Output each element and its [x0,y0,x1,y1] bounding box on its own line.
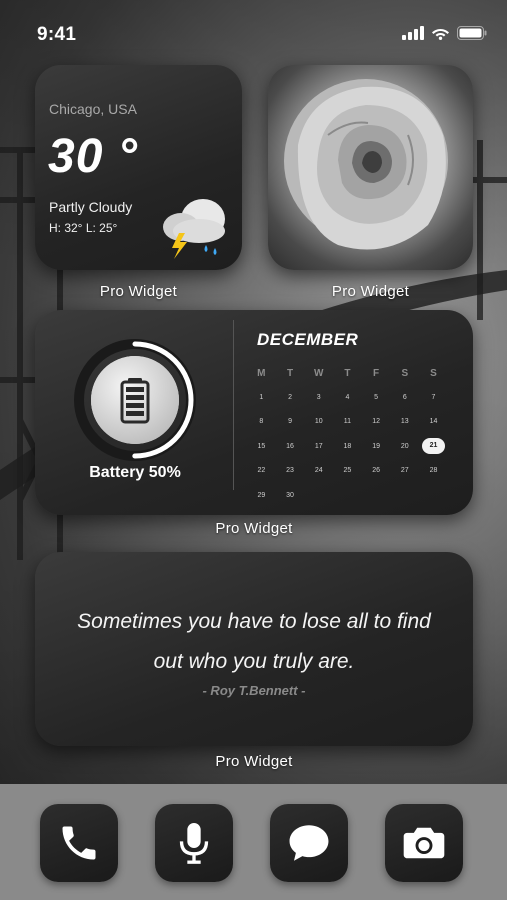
calendar-day: 7 [431,394,436,402]
message-app-button[interactable] [270,804,348,882]
microphone-icon [179,823,209,864]
calendar-weekday: T [344,367,351,379]
calendar-day: 10 [314,418,323,426]
rose-photo [284,79,448,250]
calendar-week-row: 15 16 17 18 19 20 21 [247,434,462,458]
photo-widget-caption: Pro Widget [331,283,410,300]
battery-label: Battery 50% [89,464,181,481]
weather-temperature: 30 ° [48,130,138,183]
calendar-week-row: 22 23 24 25 26 27 28 [247,459,462,483]
status-time: 9:41 [37,24,77,45]
calendar-week-row: 1 2 3 4 5 6 7 [247,385,462,409]
calendar-day: 15 [257,442,266,450]
camera-icon [403,827,445,859]
calendar-day: 17 [314,442,323,450]
message-icon [289,825,329,861]
wifi-icon [432,29,449,40]
calendar-day: 13 [400,418,409,426]
calendar-day: 23 [286,467,294,475]
calendar-week-row: 8 9 10 11 12 13 14 [247,410,462,434]
dock [0,784,507,900]
quote-widget[interactable]: Sometimes you have to lose all to find o… [35,552,473,746]
calendar-day: 12 [372,418,380,426]
weather-widget-caption: Pro Widget [99,283,178,300]
calendar-day: 6 [402,394,407,402]
phone-app-button[interactable] [40,804,118,882]
calendar-day: 24 [314,467,323,475]
calendar-weekday-row: MTWTFSS [247,361,462,385]
calendar-day: 27 [400,467,409,475]
status-bar: 9:41 [0,0,507,70]
calendar-day: 29 [257,491,266,499]
battery-calendar-caption: Pro Widget [215,520,293,537]
calendar-day: 2 [288,394,292,402]
battery-calendar-widget[interactable]: Battery 50% DECEMBER M T W T F S S 1 2 3 4 5 6 7 8 9 10 1… [35,310,473,515]
phone-icon [62,826,96,860]
calendar-day: 30 [286,491,294,499]
calendar-day: 20 [400,442,409,450]
weather-city: Chicago, USA [49,101,137,117]
rose-photo-widget[interactable] [268,65,473,270]
calendar-day: 28 [429,467,438,475]
quote-author: - Roy T.Bennett - [202,683,306,698]
quote-widget-caption: Pro Widget [215,753,293,770]
quote-line-1: Sometimes you have to lose all to find [77,610,431,633]
calendar-today: 21 [422,438,445,455]
calendar-day: 3 [316,394,321,402]
microphone-app-button[interactable] [155,804,233,882]
weather-condition: Partly Cloudy [49,199,133,215]
quote-text: Sometimes you have to lose all to find o… [55,602,453,682]
calendar-weekday: T [286,367,294,379]
battery-icon [457,26,487,40]
camera-app-button[interactable] [385,804,463,882]
calendar-day: 26 [372,467,380,475]
calendar-day: 22 [257,467,266,475]
calendar-day: 19 [372,442,380,450]
calendar-month: DECEMBER [257,330,359,349]
weather-widget[interactable]: Chicago, USA 30 ° Partly Cloudy H: 32° L… [35,65,242,270]
calendar-day: 8 [259,418,264,426]
calendar-grid: M T W T F S S 1 2 3 4 5 6 7 8 9 10 11 12 13 14 15 16 17 18 19 20 21… [247,361,462,507]
calendar-weekday: S [401,367,409,379]
calendar-weekday: M [257,367,266,379]
calendar-day: 5 [374,394,379,402]
calendar-day: 11 [343,418,352,426]
widget-divider [233,320,234,490]
signal-icon [402,26,424,40]
calendar-weekday: W [313,367,324,379]
calendar-week-row: 29 30 [247,483,462,507]
calendar-day: 18 [343,442,352,450]
battery-ring [74,339,196,461]
calendar-day: 25 [343,467,352,475]
calendar-day: 14 [429,418,438,426]
quote-line-2: out who you truly are. [153,650,355,673]
calendar-day: 4 [345,394,350,402]
calendar-day: 1 [259,394,264,402]
calendar-weekday: F [373,367,380,379]
calendar-day: 16 [286,442,294,450]
calendar-weekday: S [430,367,437,379]
cloud-storm-icon [163,199,225,259]
calendar-day: 9 [288,418,292,426]
weather-high-low: H: 32° L: 25° [49,221,118,235]
